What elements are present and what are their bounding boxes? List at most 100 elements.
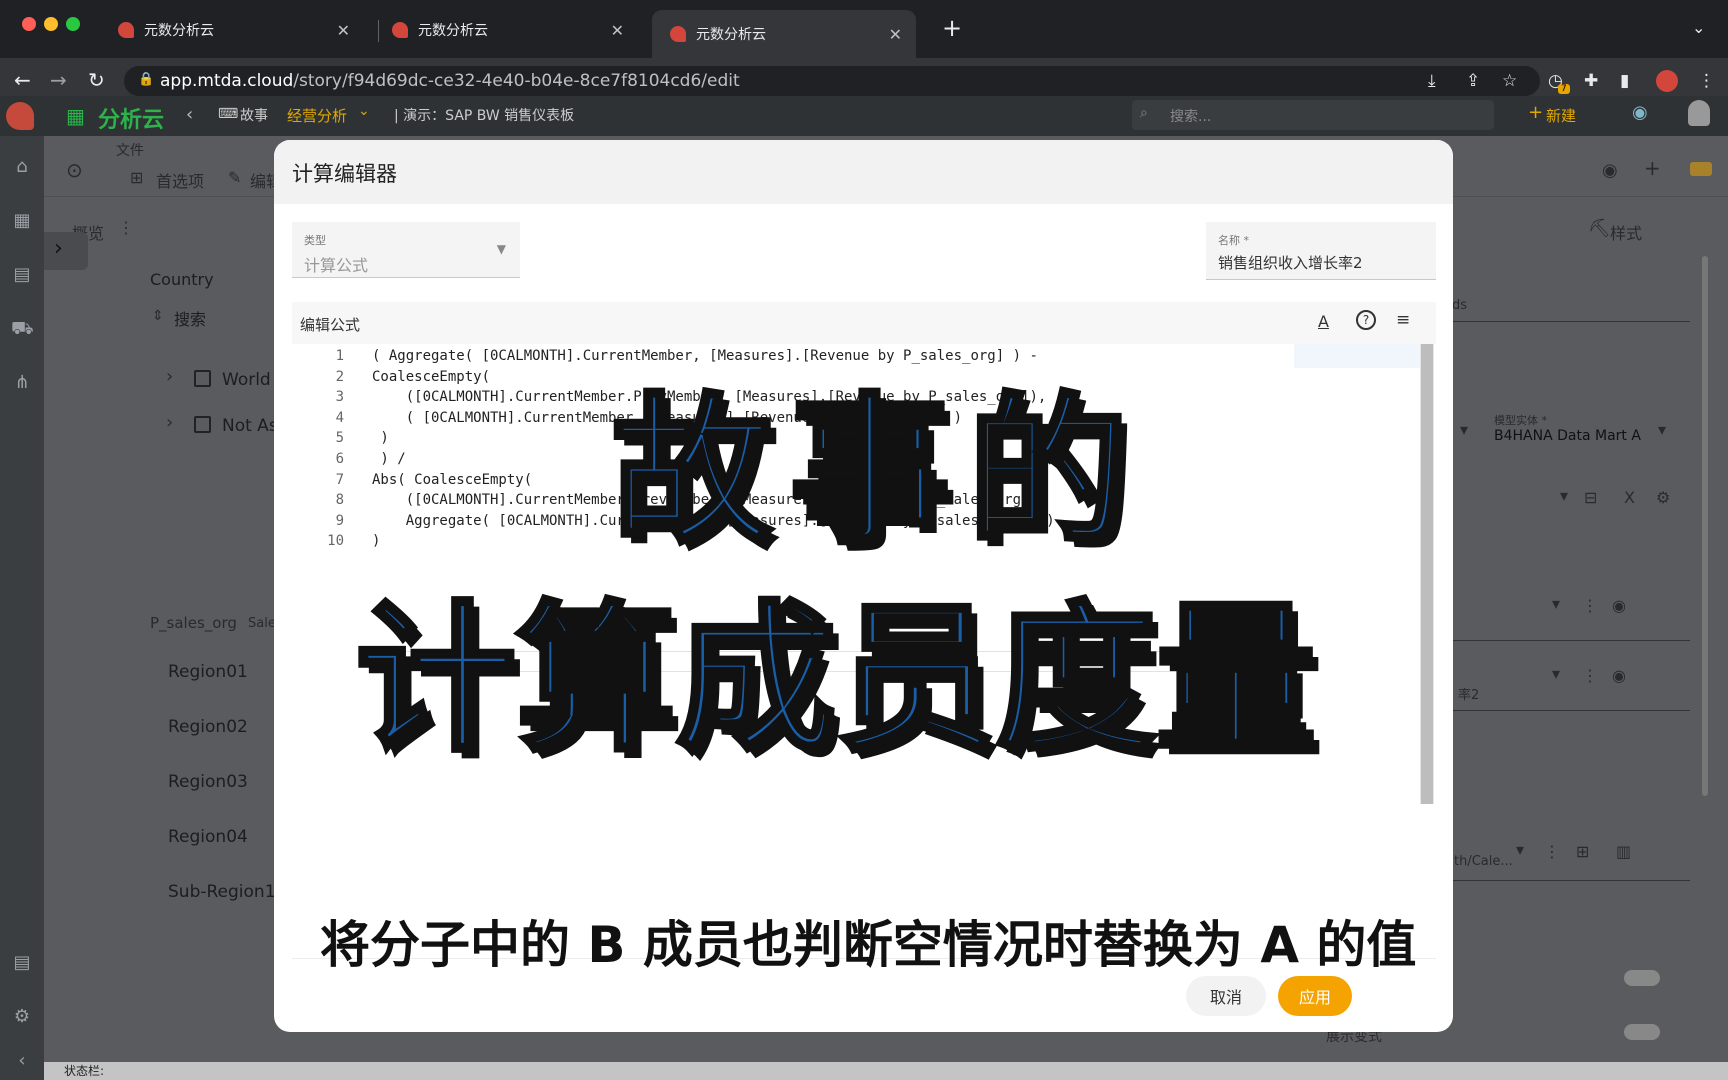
back-arrow-icon[interactable]: ← [14,68,31,92]
status-bar: 状态栏: [44,1062,1728,1080]
font-format-icon[interactable]: A [1318,312,1329,331]
not-assigned-checkbox[interactable] [194,416,211,433]
editor-scrollbar-thumb[interactable] [1421,344,1433,804]
dropdown-arrow-icon[interactable]: ▾ [1552,664,1560,683]
model-entity-value[interactable]: B4HANA Data Mart A [1494,428,1641,444]
reload-icon[interactable]: ↻ [88,68,105,92]
chart-icon[interactable]: ▥ [1616,842,1631,861]
line-number: 1 [335,348,344,364]
nav-analysis[interactable]: 经营分析 [287,105,347,126]
search-placeholder: 搜索... [1170,109,1212,125]
cancel-button[interactable]: 取消 [1186,976,1266,1016]
presentation-icon[interactable]: ▤ [11,264,33,286]
style-tab[interactable]: 样式 [1610,220,1642,244]
new-button[interactable]: 新建 [1546,105,1576,126]
tree-expand-icon[interactable]: › [166,366,173,387]
search-icon: ⌕ [1140,105,1148,121]
profile-avatar[interactable] [1656,70,1678,92]
close-tab-icon[interactable]: ✕ [889,25,902,44]
minimize-window-button[interactable] [44,17,58,31]
dropdown-arrow-icon[interactable]: ▾ [1552,594,1560,613]
close-tab-icon[interactable]: ✕ [611,21,624,40]
forward-arrow-icon[interactable]: → [50,68,67,92]
type-select[interactable]: 类型 计算公式 ▼ [292,222,520,278]
fragment-ds: ds [1452,298,1468,313]
code-minimap[interactable] [1294,344,1420,368]
more-vert-icon[interactable]: ⋮ [1544,842,1560,861]
bookmark-star-icon[interactable]: ☆ [1502,71,1517,91]
line-number: 5 [335,430,344,447]
url-host: app.mtda.cloud [160,71,294,91]
help-icon[interactable]: ? [1356,310,1376,330]
line-number: 2 [335,368,344,385]
tree-item-world[interactable]: World [222,370,271,390]
dropdown-arrow-icon[interactable]: ▾ [1516,840,1524,859]
world-checkbox[interactable] [194,370,211,387]
toggle-switch[interactable] [1624,1024,1660,1040]
apply-button[interactable]: 应用 [1278,976,1352,1016]
new-tab-button[interactable]: + [942,14,962,42]
chevron-down-icon[interactable]: ⌄ [358,103,370,119]
add-icon[interactable]: + [1644,156,1661,180]
browser-tab-2[interactable]: 元数分析云 ✕ [374,10,638,50]
region-row: Region02 [168,717,248,737]
expand-chevron-icon[interactable]: › [54,236,63,261]
more-vert-icon[interactable]: ⋮ [1582,596,1598,615]
settings-gear-icon[interactable]: ⚙ [1656,488,1670,507]
collapse-chevron-icon[interactable]: ‹ [11,1050,33,1072]
sidepanel-icon[interactable]: ▮ [1620,71,1629,91]
browser-tab-1[interactable]: 元数分析云 ✕ [100,10,364,50]
panel-scrollbar[interactable] [1702,256,1708,796]
browser-tab-3-active[interactable]: 元数分析云 ✕ [652,10,916,58]
prefs-menu[interactable]: 首选项 [156,168,204,192]
dashboard-icon[interactable]: ▦ [11,210,33,232]
user-avatar[interactable] [1688,100,1710,126]
install-app-icon[interactable]: ⤓ [1428,71,1436,91]
close-tab-icon[interactable]: ✕ [337,21,350,40]
line-number: 7 [335,471,344,488]
share-icon[interactable]: ⇪ [1466,71,1480,91]
catalog-icon[interactable]: ▤ [11,952,33,974]
line-number: 3 [335,389,344,406]
tree-expand-icon[interactable]: › [166,412,173,433]
back-chevron-icon[interactable]: ‹ [186,104,193,125]
extension-badge: 7 [1558,84,1570,94]
bot-icon[interactable]: ◉ [1602,160,1618,181]
name-field[interactable]: 名称 * 销售组织收入增长率2 [1206,222,1436,280]
region-row: Sub-Region10 [168,882,287,902]
maximize-window-button[interactable] [66,17,80,31]
dropdown-arrow-icon[interactable]: ▾ [1658,420,1666,439]
dropdown-arrow-icon[interactable]: ▾ [1460,420,1468,439]
assistant-bot-icon[interactable]: ◉ [1632,102,1648,123]
extensions-puzzle-icon[interactable]: ✚ [1584,71,1598,91]
line-number: 8 [335,492,344,509]
toggle-switch[interactable] [1624,970,1660,986]
hierarchy-icon[interactable]: ⊞ [1576,842,1589,861]
more-vert-icon[interactable]: ⋮ [118,218,134,237]
capture-icon[interactable]: ⊙ [66,158,83,182]
home-icon[interactable]: ⌂ [11,156,33,178]
filter-search[interactable]: 搜索 [174,306,206,330]
overlay-title-line1: 故事的 [609,376,1147,568]
subscript-icon[interactable]: X [1624,488,1635,507]
nav-story[interactable]: 故事 [240,105,268,125]
apps-grid-icon[interactable]: ▦ [66,104,85,128]
type-label: 类型 [304,234,326,247]
close-window-button[interactable] [22,17,36,31]
address-bar[interactable]: 🔒 app.mtda.cloud/story/f94d69dc-ce32-4e4… [124,66,1540,96]
hierarchy-icon[interactable]: ⊟ [1584,488,1597,507]
tab-search-chevron-icon[interactable]: ⌄ [1692,18,1705,37]
target-icon[interactable]: ◉ [1612,596,1626,615]
format-code-icon[interactable]: ≡ [1396,310,1410,330]
target-icon[interactable]: ◉ [1612,666,1626,685]
model-entity-label: 模型实体 * [1494,414,1547,427]
browser-menu-icon[interactable]: ⋮ [1698,71,1715,91]
cart-icon[interactable]: ⛟ [11,318,34,340]
panel-toggle-icon[interactable] [1690,162,1712,176]
dropdown-arrow-icon[interactable]: ▾ [1560,486,1568,505]
global-search-input[interactable]: ⌕ 搜索... [1132,100,1494,130]
settings-gear-icon[interactable]: ⚙ [11,1006,33,1028]
file-label: 文件 [116,143,144,159]
more-vert-icon[interactable]: ⋮ [1582,666,1598,685]
model-icon[interactable]: ⋔ [11,372,33,394]
